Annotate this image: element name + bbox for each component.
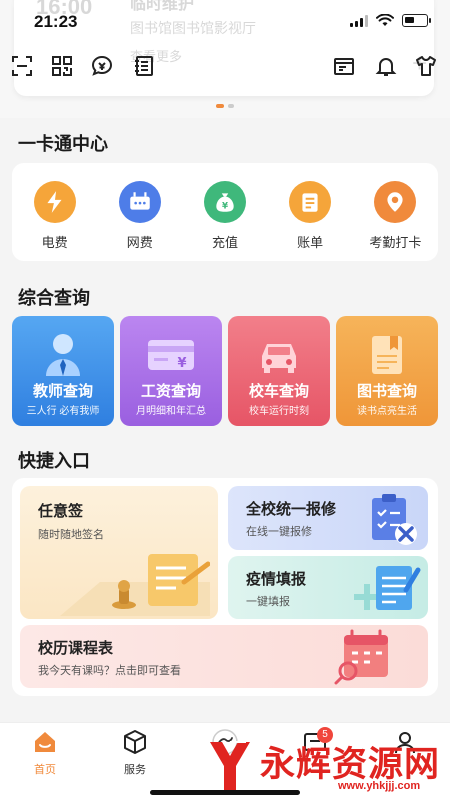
book-icon bbox=[336, 330, 438, 378]
epidemic-title: 疫情填报 bbox=[246, 571, 307, 588]
query-card-title: 教师查询 bbox=[32, 383, 93, 400]
sign-subtitle: 随时随地签名 bbox=[38, 529, 104, 541]
chat-bubble-icon[interactable] bbox=[88, 52, 116, 80]
watermark-logo bbox=[210, 741, 250, 790]
banner-pagination bbox=[216, 104, 234, 108]
schedule-subtitle: 我今天有课吗？点击即可查看 bbox=[38, 665, 181, 677]
service-label: 电费 bbox=[41, 235, 68, 250]
nav-home-label: 首页 bbox=[34, 764, 56, 776]
teacher-query-card[interactable]: 教师查询 三人行 必有我师 bbox=[12, 316, 114, 426]
home-indicator[interactable] bbox=[150, 790, 300, 795]
pagination-dot bbox=[228, 104, 234, 108]
calendar-icon[interactable] bbox=[330, 52, 358, 80]
salary-query-card[interactable]: ¥ 工资查询 月明细和年汇总 bbox=[120, 316, 222, 426]
book-query-card[interactable]: 图书查询 读书点亮生活 bbox=[336, 316, 438, 426]
status-time: 21:23 bbox=[34, 12, 78, 31]
notebook-icon[interactable] bbox=[130, 52, 158, 80]
query-card-subtitle: 读书点亮生活 bbox=[357, 406, 417, 417]
toolbar bbox=[0, 52, 450, 82]
schedule-card[interactable]: 校历课程表 我今天有课吗？点击即可查看 bbox=[20, 625, 428, 688]
bill-icon bbox=[289, 181, 332, 223]
epidemic-subtitle: 一键填报 bbox=[246, 596, 290, 608]
bus-query-card[interactable]: 校车查询 校车运行时刻 bbox=[228, 316, 330, 426]
service-label: 考勤打卡 bbox=[369, 235, 422, 250]
money-bag-icon: ¥ bbox=[203, 181, 246, 223]
signal-icon bbox=[350, 14, 368, 27]
service-recharge[interactable]: ¥ 充值 bbox=[190, 181, 260, 251]
nav-service-label: 服务 bbox=[124, 764, 146, 776]
card-center-panel: 电费 网费 ¥ 充值 账单 考勤打卡 bbox=[12, 163, 438, 261]
repair-subtitle: 在线一键报修 bbox=[246, 526, 312, 538]
query-card-subtitle: 三人行 必有我师 bbox=[26, 406, 100, 417]
service-bill[interactable]: 账单 bbox=[275, 181, 345, 251]
query-title: 综合查询 bbox=[18, 288, 90, 308]
calendar-search-icon bbox=[334, 629, 388, 685]
query-card-title: 工资查询 bbox=[140, 383, 201, 400]
query-card-subtitle: 校车运行时刻 bbox=[249, 406, 309, 417]
repair-title: 全校统一报修 bbox=[246, 501, 337, 518]
teacher-icon bbox=[12, 330, 114, 378]
clipboard-repair-icon bbox=[372, 494, 417, 545]
location-pin-icon bbox=[374, 181, 417, 223]
query-card-title: 图书查询 bbox=[356, 383, 417, 400]
status-icons bbox=[350, 14, 431, 27]
repair-card[interactable]: 全校统一报修 在线一键报修 bbox=[228, 486, 428, 550]
service-label: 账单 bbox=[297, 235, 324, 250]
salary-card-icon: ¥ bbox=[120, 330, 222, 378]
query-row: 教师查询 三人行 必有我师 ¥ 工资查询 月明细和年汇总 校车查询 校车运行时刻… bbox=[12, 316, 438, 426]
quick-title: 快捷入口 bbox=[18, 451, 90, 471]
schedule-title: 校历课程表 bbox=[38, 640, 114, 657]
stamp-document-icon bbox=[60, 554, 210, 616]
card-center-title: 一卡通中心 bbox=[18, 134, 108, 154]
top-area: 16:00 临时维护 图书馆图书馆影视厅 查看更多 + 21:23 bbox=[0, 0, 450, 118]
quick-panel: 任意签 随时随地签名 全校统一报修 在线一键报修 疫情填报 一键填报 校历课程表… bbox=[12, 478, 438, 696]
router-icon bbox=[118, 181, 161, 223]
pagination-dot-active bbox=[216, 104, 224, 108]
service-internet[interactable]: 网费 bbox=[105, 181, 175, 251]
nav-service[interactable]: 服务 bbox=[105, 729, 165, 777]
bell-icon[interactable] bbox=[372, 52, 400, 80]
sign-title: 任意签 bbox=[38, 503, 84, 520]
form-edit-icon bbox=[354, 566, 421, 610]
lightning-icon bbox=[33, 181, 76, 223]
query-card-title: 校车查询 bbox=[248, 383, 309, 400]
svg-text:¥: ¥ bbox=[177, 356, 186, 371]
battery-icon bbox=[402, 14, 431, 27]
scan-icon[interactable] bbox=[8, 52, 36, 80]
nav-home[interactable]: 首页 bbox=[15, 729, 75, 777]
epidemic-card[interactable]: 疫情填报 一键填报 bbox=[228, 556, 428, 619]
bus-icon bbox=[228, 330, 330, 378]
svg-text:¥: ¥ bbox=[222, 202, 228, 212]
banner-title: 临时维护 bbox=[130, 0, 195, 13]
wifi-icon bbox=[376, 14, 394, 26]
cube-icon bbox=[124, 730, 146, 754]
banner-subtitle: 图书馆图书馆影视厅 bbox=[130, 20, 256, 36]
watermark-url: www.yhkjjj.com bbox=[338, 780, 421, 792]
home-icon bbox=[35, 732, 55, 752]
tshirt-icon[interactable] bbox=[412, 52, 440, 80]
sign-card[interactable]: 任意签 随时随地签名 bbox=[20, 486, 218, 619]
service-label: 网费 bbox=[126, 235, 153, 250]
service-electricity[interactable]: 电费 bbox=[20, 181, 90, 251]
query-card-subtitle: 月明细和年汇总 bbox=[136, 406, 206, 417]
qrcode-icon[interactable] bbox=[48, 52, 76, 80]
service-attendance[interactable]: 考勤打卡 bbox=[360, 181, 430, 251]
service-label: 充值 bbox=[211, 235, 238, 250]
